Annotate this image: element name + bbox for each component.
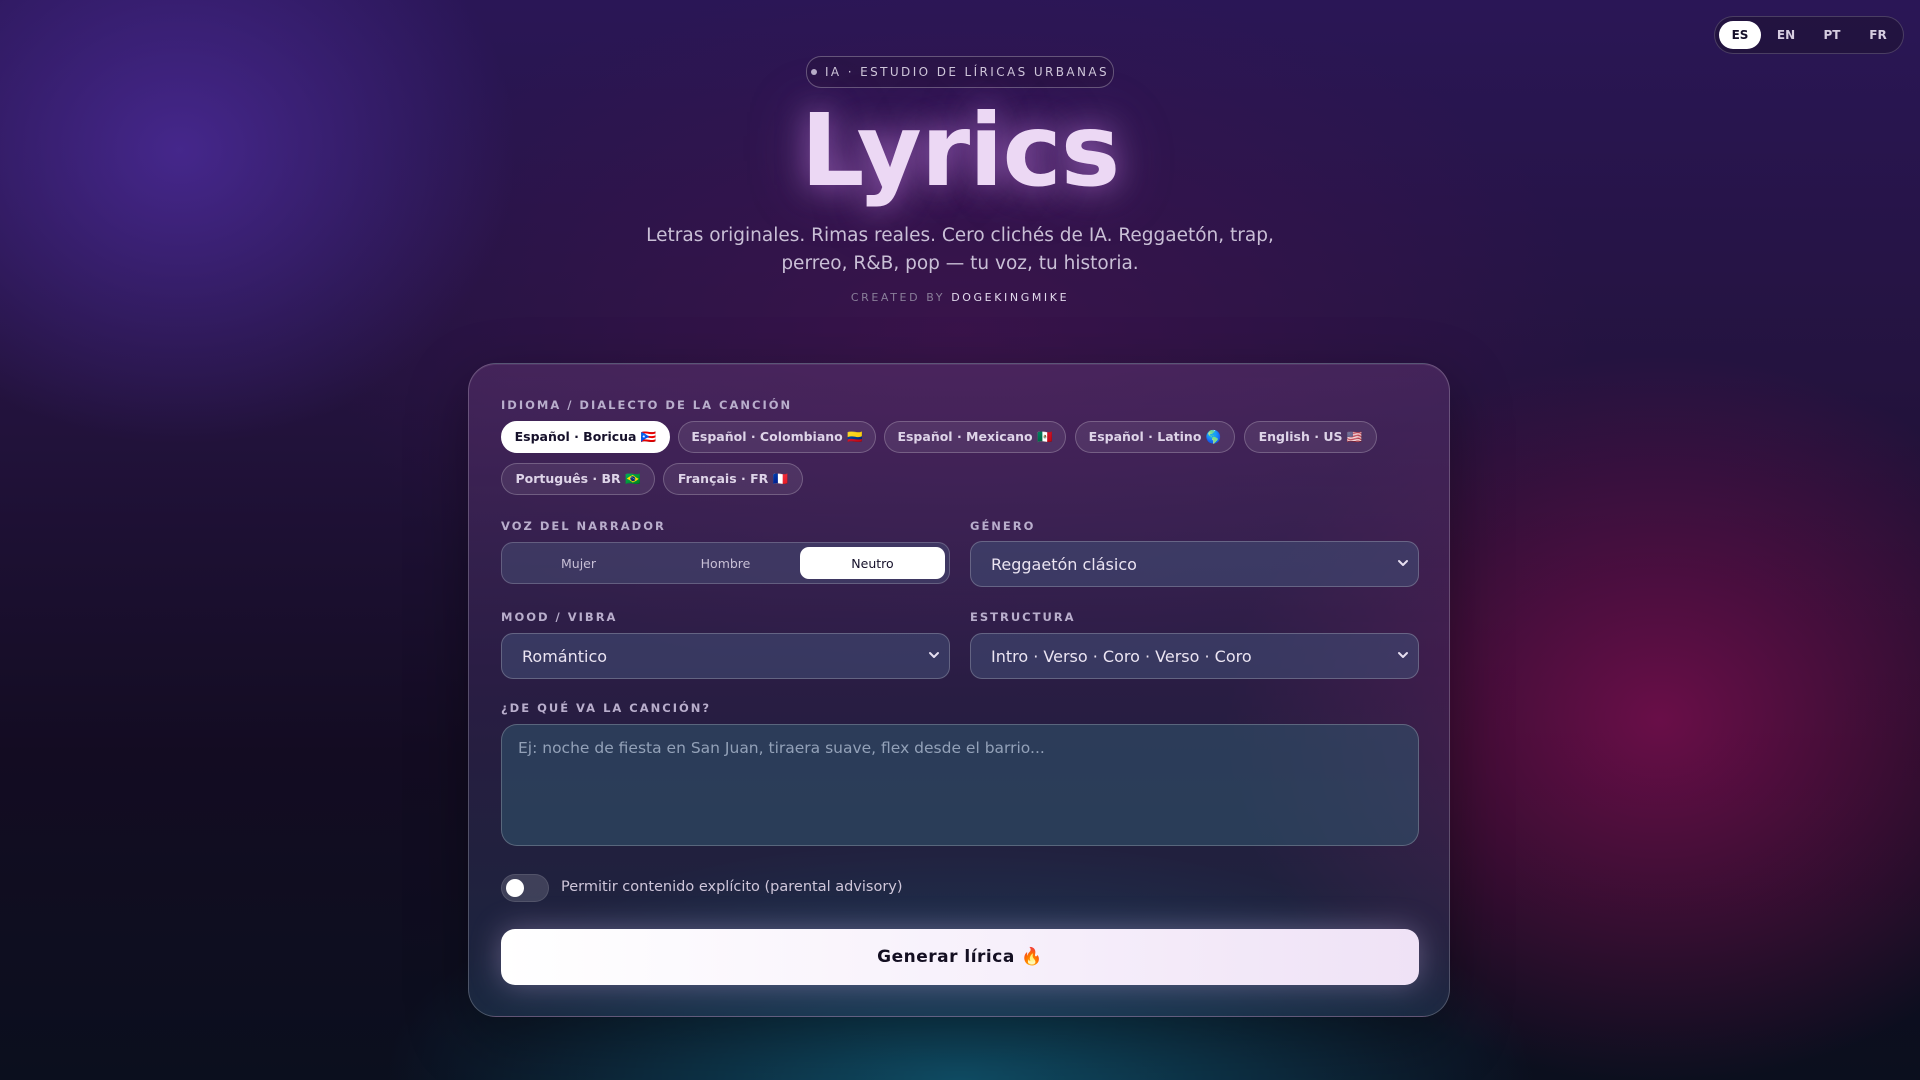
structure-select-value: Intro · Verso · Coro · Verso · Coro — [991, 646, 1252, 666]
language-chip-francais[interactable]: Français · FR 🇫🇷 — [663, 463, 803, 495]
toggle-knob — [506, 879, 524, 897]
eyebrow-badge: IA · ESTUDIO DE LÍRICAS URBANAS — [806, 56, 1114, 88]
topic-textarea[interactable]: Ej: noche de fiesta en San Juan, tiraera… — [501, 724, 1419, 846]
explicit-toggle[interactable] — [501, 874, 549, 902]
language-chip-latino[interactable]: Español · Latino 🌎 — [1075, 421, 1235, 453]
lyrics-form-card: IDIOMA / DIALECTO DE LA CANCIÓN Español … — [468, 363, 1450, 1017]
language-chip-english-us[interactable]: English · US 🇺🇸 — [1244, 421, 1377, 453]
language-label: IDIOMA / DIALECTO DE LA CANCIÓN — [501, 398, 793, 412]
chevron-down-icon — [1398, 652, 1408, 658]
structure-select[interactable]: Intro · Verso · Coro · Verso · Coro — [970, 633, 1419, 679]
eyebrow-text: IA · ESTUDIO DE LÍRICAS URBANAS — [824, 65, 1110, 79]
page-title: Lyrics — [800, 92, 1121, 209]
credit-author: DOGEKINGMIKE — [951, 291, 1070, 304]
genre-select[interactable]: Reggaetón clásico — [970, 541, 1419, 587]
mood-select[interactable]: Romántico — [501, 633, 950, 679]
genre-label: GÉNERO — [970, 519, 1036, 533]
language-chip-boricua[interactable]: Español · Boricua 🇵🇷 — [501, 421, 670, 453]
credit-line: CREATED BY DOGEKINGMIKE — [0, 291, 1920, 304]
structure-label: ESTRUCTURA — [970, 610, 1076, 624]
lang-button-fr[interactable]: FR — [1857, 21, 1899, 49]
narrator-option-hombre[interactable]: Hombre — [653, 547, 798, 579]
lang-button-en[interactable]: EN — [1765, 21, 1807, 49]
dot-icon — [810, 69, 817, 75]
mood-label: MOOD / VIBRA — [501, 610, 618, 624]
explicit-toggle-label: Permitir contenido explícito (parental a… — [561, 879, 903, 895]
narrator-label: VOZ DEL NARRADOR — [501, 519, 666, 533]
chevron-down-icon — [1398, 560, 1408, 566]
page-subtitle: Letras originales. Rimas reales. Cero cl… — [640, 222, 1280, 278]
language-chip-mexicano[interactable]: Español · Mexicano 🇲🇽 — [884, 421, 1066, 453]
narrator-option-neutro[interactable]: Neutro — [800, 547, 945, 579]
subtitle-line-1: Letras originales. Rimas reales. Cero cl… — [646, 225, 1274, 246]
mood-select-value: Romántico — [522, 646, 608, 666]
chevron-down-icon — [929, 652, 939, 658]
generate-button[interactable]: Generar lírica 🔥 — [501, 929, 1419, 985]
narrator-option-mujer[interactable]: Mujer — [506, 547, 651, 579]
language-switcher: ES EN PT FR — [1714, 16, 1904, 54]
narrator-segmented-control: Mujer Hombre Neutro — [501, 542, 950, 584]
lang-button-es[interactable]: ES — [1719, 21, 1761, 49]
subtitle-line-2: perreo, R&B, pop — tu voz, tu historia. — [781, 253, 1139, 274]
language-chip-colombiano[interactable]: Español · Colombiano 🇨🇴 — [678, 421, 876, 453]
lang-button-pt[interactable]: PT — [1811, 21, 1853, 49]
credit-prefix: CREATED BY — [850, 291, 946, 304]
language-chip-portugues[interactable]: Português · BR 🇧🇷 — [501, 463, 655, 495]
topic-label: ¿DE QUÉ VA LA CANCIÓN? — [501, 701, 712, 715]
genre-select-value: Reggaetón clásico — [991, 554, 1137, 574]
